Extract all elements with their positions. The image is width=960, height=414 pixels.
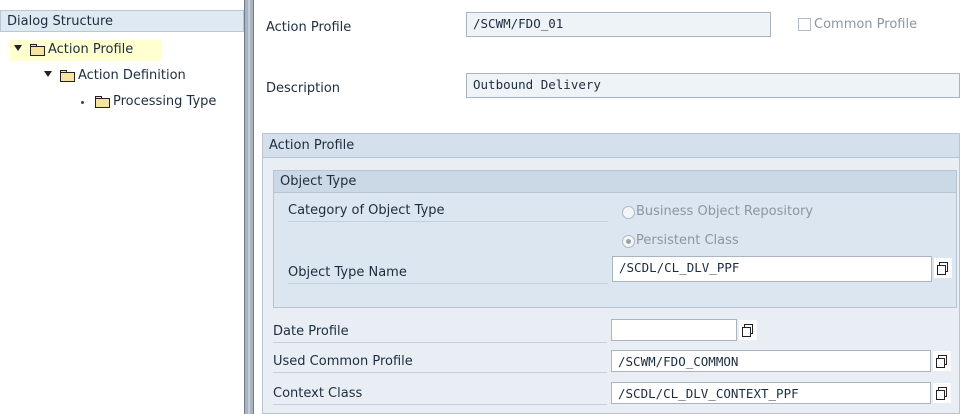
radio-label-persistent-class: Persistent Class bbox=[636, 233, 739, 248]
value-help-icon[interactable] bbox=[933, 351, 951, 371]
common-profile-checkbox[interactable] bbox=[798, 18, 811, 31]
object-type-name-label: Object Type Name bbox=[288, 265, 608, 284]
context-class-field[interactable]: /SCDL/CL_DLV_CONTEXT_PPF bbox=[611, 382, 931, 404]
tree-item-label: Processing Type bbox=[113, 94, 217, 109]
common-profile-label: Common Profile bbox=[814, 17, 918, 32]
dialog-structure-title: Dialog Structure bbox=[0, 10, 244, 32]
value-help-icon[interactable] bbox=[933, 383, 951, 403]
date-profile-label: Date Profile bbox=[273, 324, 607, 343]
value-help-icon[interactable] bbox=[739, 320, 757, 340]
radio-persistent-class[interactable] bbox=[622, 235, 635, 248]
expand-triangle-icon[interactable] bbox=[44, 71, 52, 77]
date-profile-field[interactable] bbox=[611, 319, 737, 341]
object-type-name-field[interactable]: /SCDL/CL_DLV_PPF bbox=[612, 256, 932, 282]
tree-leaf-dot bbox=[81, 101, 84, 104]
description-label: Description bbox=[266, 81, 341, 96]
object-type-group: Object Type Category of Object Type Busi… bbox=[273, 170, 957, 308]
expand-triangle-icon[interactable] bbox=[14, 45, 22, 51]
description-field[interactable]: Outbound Delivery bbox=[466, 73, 960, 98]
used-common-profile-label: Used Common Profile bbox=[273, 354, 607, 373]
action-profile-label: Action Profile bbox=[266, 20, 352, 35]
used-common-profile-field[interactable]: /SCWM/FDO_COMMON bbox=[611, 350, 931, 372]
folder-open-icon bbox=[30, 44, 45, 56]
tree-item-processing-type[interactable]: Processing Type bbox=[75, 92, 247, 113]
action-profile-field[interactable]: /SCWM/FDO_01 bbox=[466, 12, 771, 37]
panel-splitter[interactable] bbox=[244, 0, 254, 414]
folder-icon bbox=[60, 70, 75, 82]
object-type-title: Object Type bbox=[274, 171, 956, 193]
group-title: Action Profile bbox=[263, 134, 959, 158]
radio-business-object-repository[interactable] bbox=[622, 206, 635, 219]
radio-label-business-object-repository: Business Object Repository bbox=[636, 204, 814, 219]
tree-item-label: Action Profile bbox=[48, 42, 134, 57]
dialog-structure-panel: Dialog Structure Action Profile Action D… bbox=[0, 0, 248, 414]
detail-area: Action Profile /SCWM/FDO_01 Common Profi… bbox=[254, 0, 960, 414]
category-of-object-type-label: Category of Object Type bbox=[288, 203, 608, 222]
value-help-icon[interactable] bbox=[934, 258, 952, 278]
tree-item-action-definition[interactable]: Action Definition bbox=[40, 66, 230, 87]
context-class-label: Context Class bbox=[273, 386, 607, 405]
action-profile-group: Action Profile Object Type Category of O… bbox=[262, 133, 960, 414]
folder-icon bbox=[95, 96, 110, 108]
tree-item-action-profile[interactable]: Action Profile bbox=[10, 40, 162, 61]
tree-item-label: Action Definition bbox=[78, 68, 186, 83]
